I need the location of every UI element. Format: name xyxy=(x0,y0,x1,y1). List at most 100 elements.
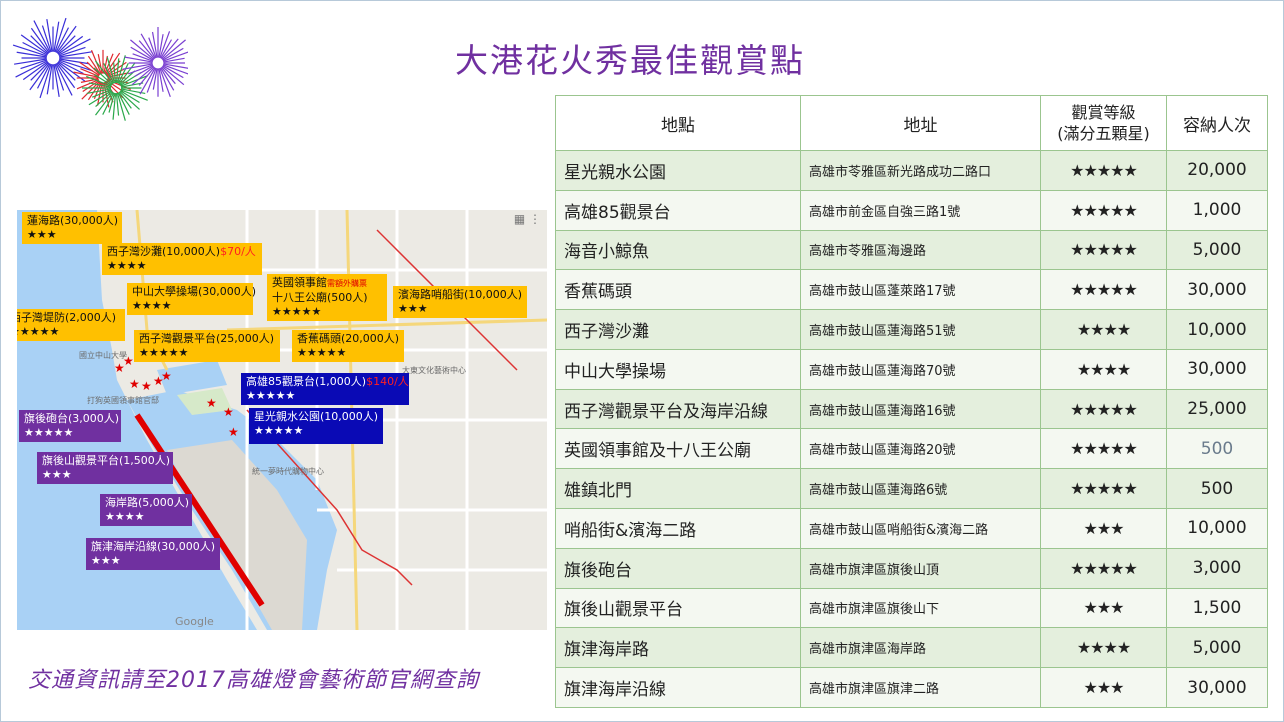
map-place-mall: 統一夢時代購物中心 xyxy=(252,467,324,476)
fireworks-map[interactable]: ▦ ⋮ 國立中山大學 統一夢時代購物中心 大東文化藝術中心 打狗英國領事館官邸 … xyxy=(17,210,547,630)
table-row: 中山大學操場 高雄市鼓山區蓮海路70號 ★★★★ 30,000 xyxy=(555,348,1268,390)
map-label-consulate: 英國領事館需額外購票 十八王公廟(500人) ★★★★★ xyxy=(267,274,387,321)
map-label-nsysu: 中山大學操場(30,000人) ★★★★ xyxy=(127,283,256,315)
location-cell: 海音小鯨魚 xyxy=(555,229,801,271)
table-row: 旗後山觀景平台 高雄市旗津區旗後山下 ★★★ 1,500 xyxy=(555,587,1268,629)
capacity-cell: 10,000 xyxy=(1166,508,1268,549)
capacity-cell: 3,000 xyxy=(1166,547,1268,589)
location-cell: 星光親水公園 xyxy=(555,150,801,191)
map-marker[interactable]: ★ xyxy=(161,370,172,382)
map-label-banana: 香蕉碼頭(20,000人) ★★★★★ xyxy=(292,330,404,362)
location-cell: 英國領事館及十八王公廟 xyxy=(555,428,801,470)
location-cell: 高雄85觀景台 xyxy=(555,189,801,231)
map-marker[interactable]: ★ xyxy=(129,378,140,390)
location-cell: 雄鎮北門 xyxy=(555,468,801,510)
capacity-cell: 5,000 xyxy=(1166,627,1268,669)
rating-cell: ★★★★★ xyxy=(1040,150,1167,191)
capacity-cell: 500 xyxy=(1166,428,1268,470)
header-rating: 觀賞等級 (滿分五顆星) xyxy=(1040,95,1167,151)
map-label-tower85: 高雄85觀景台(1,000人)$140/人 ★★★★★ xyxy=(241,373,409,405)
rating-cell: ★★★★★ xyxy=(1040,468,1167,510)
rating-cell: ★★★★★ xyxy=(1040,428,1167,470)
location-cell: 哨船街&濱海二路 xyxy=(555,508,801,549)
location-cell: 旗後砲台 xyxy=(555,547,801,589)
fireworks-decoration xyxy=(12,17,188,121)
address-cell: 高雄市旗津區旗後山頂 xyxy=(800,547,1041,589)
map-place-culture: 大東文化藝術中心 xyxy=(402,366,466,375)
map-marker[interactable]: ★ xyxy=(141,380,152,392)
address-cell: 高雄市旗津區旗津二路 xyxy=(800,667,1041,708)
rating-cell: ★★★ xyxy=(1040,667,1167,708)
rating-cell: ★★★★★ xyxy=(1040,269,1167,311)
address-cell: 高雄市旗津區海岸路 xyxy=(800,627,1041,669)
capacity-cell: 20,000 xyxy=(1166,150,1268,191)
map-label-xiziwan-beach: 西子灣沙灘(10,000人)$70/人 ★★★★ xyxy=(102,243,262,275)
address-cell: 高雄市鼓山區哨船街&濱海二路 xyxy=(800,508,1041,549)
rating-cell: ★★★ xyxy=(1040,587,1167,629)
table-row: 旗津海岸路 高雄市旗津區海岸路 ★★★★ 5,000 xyxy=(555,627,1268,669)
map-marker[interactable]: ★ xyxy=(223,406,234,418)
rating-cell: ★★★★ xyxy=(1040,309,1167,350)
address-cell: 高雄市鼓山區蓮海路70號 xyxy=(800,348,1041,390)
table-row: 雄鎮北門 高雄市鼓山區蓮海路6號 ★★★★★ 500 xyxy=(555,468,1268,510)
map-marker[interactable]: ★ xyxy=(123,355,134,367)
capacity-cell: 30,000 xyxy=(1166,348,1268,390)
map-marker[interactable]: ★ xyxy=(228,426,239,438)
location-cell: 西子灣觀景平台及海岸沿線 xyxy=(555,388,801,430)
table-row: 香蕉碼頭 高雄市鼓山區蓬萊路17號 ★★★★★ 30,000 xyxy=(555,269,1268,311)
rating-cell: ★★★★★ xyxy=(1040,189,1167,231)
rating-cell: ★★★★★ xyxy=(1040,388,1167,430)
address-cell: 高雄市苓雅區海邊路 xyxy=(800,229,1041,271)
map-label-xizi-platform: 西子灣觀景平台(25,000人) ★★★★★ xyxy=(134,330,280,362)
header-location: 地點 xyxy=(555,95,801,151)
capacity-cell: 5,000 xyxy=(1166,229,1268,271)
table-row: 高雄85觀景台 高雄市前金區自強三路1號 ★★★★★ 1,000 xyxy=(555,189,1268,231)
rating-cell: ★★★ xyxy=(1040,508,1167,549)
location-cell: 旗津海岸沿線 xyxy=(555,667,801,708)
header-capacity: 容納人次 xyxy=(1166,95,1268,151)
location-cell: 西子灣沙灘 xyxy=(555,309,801,350)
location-cell: 香蕉碼頭 xyxy=(555,269,801,311)
table-row: 旗津海岸沿線 高雄市旗津區旗津二路 ★★★ 30,000 xyxy=(555,667,1268,708)
capacity-cell: 1,500 xyxy=(1166,587,1268,629)
address-cell: 高雄市旗津區旗後山下 xyxy=(800,587,1041,629)
page-title: 大港花火秀最佳觀賞點 xyxy=(455,41,805,80)
table-row: 旗後砲台 高雄市旗津區旗後山頂 ★★★★★ 3,000 xyxy=(555,547,1268,589)
map-label-qihou-platform: 旗後山觀景平台(1,500人) ★★★ xyxy=(37,452,173,484)
location-cell: 旗後山觀景平台 xyxy=(555,587,801,629)
table-row: 哨船街&濱海二路 高雄市鼓山區哨船街&濱海二路 ★★★ 10,000 xyxy=(555,508,1268,549)
capacity-cell: 30,000 xyxy=(1166,667,1268,708)
map-controls-icon[interactable]: ▦ ⋮ xyxy=(514,212,541,226)
map-label-lianhai: 蓮海路(30,000人) ★★★ xyxy=(22,212,122,244)
map-label-coast-road: 海岸路(5,000人) ★★★★ xyxy=(100,494,192,526)
map-place-nsysu: 國立中山大學 xyxy=(79,351,127,360)
rating-cell: ★★★★★ xyxy=(1040,229,1167,271)
capacity-cell: 25,000 xyxy=(1166,388,1268,430)
address-cell: 高雄市鼓山區蓬萊路17號 xyxy=(800,269,1041,311)
address-cell: 高雄市鼓山區蓮海路6號 xyxy=(800,468,1041,510)
location-cell: 中山大學操場 xyxy=(555,348,801,390)
google-logo: Google xyxy=(175,615,214,628)
rating-cell: ★★★★★ xyxy=(1040,547,1167,589)
address-cell: 高雄市鼓山區蓮海路20號 xyxy=(800,428,1041,470)
rating-cell: ★★★★ xyxy=(1040,348,1167,390)
map-marker[interactable]: ★ xyxy=(206,397,217,409)
header-address: 地址 xyxy=(800,95,1041,151)
location-cell: 旗津海岸路 xyxy=(555,627,801,669)
address-cell: 高雄市鼓山區蓮海路16號 xyxy=(800,388,1041,430)
map-label-qijin-coast: 旗津海岸沿線(30,000人) ★★★ xyxy=(86,538,220,570)
rating-cell: ★★★★ xyxy=(1040,627,1167,669)
table-row: 英國領事館及十八王公廟 高雄市鼓山區蓮海路20號 ★★★★★ 500 xyxy=(555,428,1268,470)
map-label-starlight: 星光親水公園(10,000人) ★★★★★ xyxy=(249,408,383,444)
address-cell: 高雄市鼓山區蓮海路51號 xyxy=(800,309,1041,350)
map-label-qihou-fort: 旗後砲台(3,000人) ★★★★★ xyxy=(19,410,121,442)
footer-note: 交通資訊請至2017高雄燈會藝術節官網查詢 xyxy=(28,668,479,693)
table-row: 星光親水公園 高雄市苓雅區新光路成功二路口 ★★★★★ 20,000 xyxy=(555,150,1268,191)
map-label-shaochuan: 濱海路哨船街(10,000人) ★★★ xyxy=(393,286,527,318)
map-place-port: 打狗英國領事館官邸 xyxy=(87,396,159,405)
table-row: 西子灣沙灘 高雄市鼓山區蓮海路51號 ★★★★ 10,000 xyxy=(555,309,1268,350)
map-label-xizi-dike: 西子灣堤防(2,000人)★★★★★ xyxy=(17,309,125,341)
address-cell: 高雄市苓雅區新光路成功二路口 xyxy=(800,150,1041,191)
table-row: 海音小鯨魚 高雄市苓雅區海邊路 ★★★★★ 5,000 xyxy=(555,229,1268,271)
address-cell: 高雄市前金區自強三路1號 xyxy=(800,189,1041,231)
